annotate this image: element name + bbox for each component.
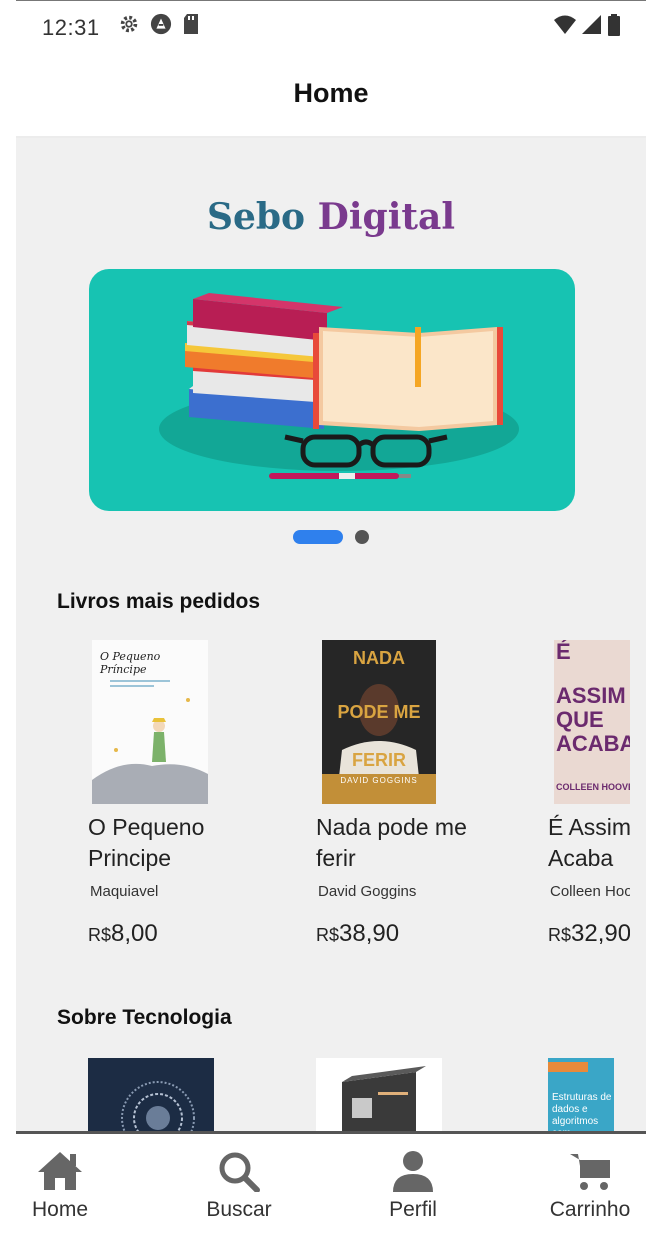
wifi-icon xyxy=(554,15,576,34)
app-bar: Home xyxy=(16,44,646,138)
logo-part-digital: Digital xyxy=(317,196,455,238)
cover-line: PODE ME xyxy=(337,702,421,722)
nav-cart[interactable]: Carrinho xyxy=(530,1150,646,1222)
cover-art-tech2 xyxy=(316,1058,442,1131)
book-author: Colleen Hoover xyxy=(550,883,630,900)
cover-author: DAVID GOGGINS xyxy=(340,776,418,785)
price-value: 8,00 xyxy=(111,920,158,947)
bottom-navigation: Home Buscar Perfil Carrinho xyxy=(16,1131,646,1243)
book-cover[interactable]: É ASSIM QUE ACABA COLLEEN HOOVER xyxy=(554,640,630,804)
price-value: 32,90 xyxy=(571,920,630,947)
app-logo: Sebo Digital xyxy=(16,196,646,238)
cover-line: QUE xyxy=(556,707,604,732)
tech-book-cover[interactable]: Estruturas de dados e algoritmos com Jav… xyxy=(548,1058,614,1131)
status-icons-right xyxy=(554,14,620,36)
price-currency: R$ xyxy=(316,925,340,945)
book-title: O Pequeno Principe xyxy=(88,814,205,871)
gear-icon xyxy=(120,15,138,33)
book-author: David Goggins xyxy=(318,883,417,900)
carousel-banner[interactable] xyxy=(89,269,575,511)
book-cover[interactable]: O Pequeno Príncipe xyxy=(92,640,208,804)
status-icons-left xyxy=(118,13,200,35)
cover-title: Estruturas de dados e algoritmos com Jav… xyxy=(552,1092,612,1131)
carousel-indicator[interactable] xyxy=(293,530,369,544)
nav-profile[interactable]: Perfil xyxy=(353,1150,473,1222)
section-title-technology: Sobre Tecnologia xyxy=(57,1006,232,1029)
carousel-dot[interactable] xyxy=(355,530,369,544)
tech-book-cover[interactable] xyxy=(316,1058,442,1131)
tech-book-cover[interactable] xyxy=(88,1058,214,1131)
cover-line: ASSIM xyxy=(556,683,626,708)
price-value: 38,90 xyxy=(339,920,400,947)
nav-label: Buscar xyxy=(206,1198,272,1221)
nav-search[interactable]: Buscar xyxy=(179,1150,299,1222)
price-currency: R$ xyxy=(548,925,572,945)
page-title: Home xyxy=(293,78,369,108)
nav-label: Perfil xyxy=(389,1198,437,1221)
cover-author: COLLEEN HOOVER xyxy=(556,782,630,792)
search-icon xyxy=(219,1152,260,1192)
status-time: 12:31 xyxy=(42,15,100,40)
logo-part-sebo: Sebo xyxy=(206,196,306,238)
section-title-popular: Livros mais pedidos xyxy=(57,590,261,613)
sd-card-icon xyxy=(184,14,198,34)
user-icon xyxy=(393,1151,433,1192)
status-bar: 12:31 xyxy=(16,0,646,44)
book-price: R$38,90 xyxy=(316,920,399,948)
cover-line: FERIR xyxy=(352,750,406,770)
cover-art-tech1 xyxy=(88,1058,214,1131)
book-price: R$8,00 xyxy=(88,920,158,948)
signal-icon xyxy=(582,15,601,34)
battery-icon xyxy=(608,14,620,36)
cover-badge xyxy=(548,1062,588,1072)
cover-line: NADA xyxy=(353,648,405,668)
cart-icon xyxy=(570,1154,610,1190)
home-icon xyxy=(38,1152,82,1190)
book-title: Nada pode me ferir xyxy=(316,814,467,871)
books-illustration xyxy=(159,293,519,479)
carousel-dot-active[interactable] xyxy=(293,530,343,544)
book-card-clip: É ASSIM QUE ACABA COLLEEN HOOVER É Assim… xyxy=(542,640,630,960)
cover-line: É xyxy=(556,640,571,664)
book-cover[interactable]: NADA PODE ME FERIR DAVID GOGGINS xyxy=(322,640,436,804)
cover-title: O Pequeno Príncipe xyxy=(100,650,161,676)
price-currency: R$ xyxy=(88,925,112,945)
nav-home[interactable]: Home xyxy=(0,1150,120,1222)
cover-line: ACABA xyxy=(556,731,630,756)
nav-label: Carrinho xyxy=(549,1198,631,1221)
book-price: R$32,90 xyxy=(548,920,630,948)
book-title: É Assim que Acaba xyxy=(548,814,630,871)
nav-label: Home xyxy=(31,1198,89,1221)
home-content[interactable]: Sebo Digital Livros mais pedidos O Peque… xyxy=(16,138,646,1131)
book-author: Maquiavel xyxy=(90,883,159,900)
android-icon xyxy=(150,13,172,35)
